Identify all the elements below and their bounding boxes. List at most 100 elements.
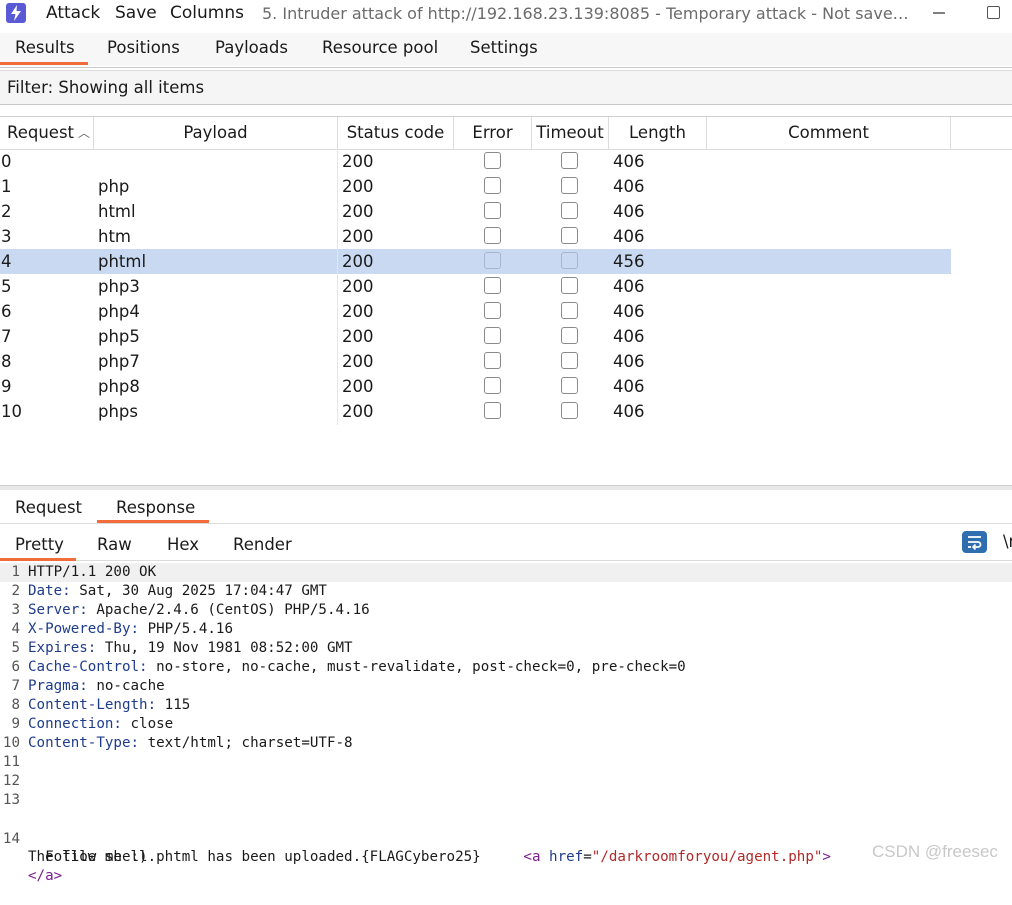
timeout-checkbox[interactable] [561, 402, 578, 419]
header-key: Content-Type: [28, 735, 140, 751]
cell-status-code: 200 [342, 402, 374, 421]
column-header-timeout[interactable]: Timeout [532, 117, 609, 149]
cell-request: 0 [1, 152, 12, 171]
watermark: CSDN @freesec [872, 842, 998, 861]
response-code-view[interactable]: 1 HTTP/1.1 200 OK 2 Date: Sat, 30 Aug 2025 … [0, 563, 1012, 884]
error-checkbox[interactable] [484, 202, 501, 219]
timeout-checkbox[interactable] [561, 152, 578, 169]
column-header-error[interactable]: Error [454, 117, 532, 149]
line-number: 7 [11, 678, 20, 694]
cell-status-code: 200 [342, 227, 374, 246]
column-header-comment[interactable]: Comment [707, 117, 951, 149]
tab-results[interactable]: Results [15, 38, 75, 57]
header-key: HTTP/1.1 200 OK [28, 564, 157, 580]
menu-save[interactable]: Save [115, 3, 157, 23]
table-row[interactable]: 5 php3 200 406 [0, 274, 951, 299]
code-line: 4 X-Powered-By: PHP/5.4.16 [0, 620, 1012, 639]
column-header-status-code[interactable]: Status code [338, 117, 454, 149]
table-row[interactable]: 1 php 200 406 [0, 174, 951, 199]
column-header-payload[interactable]: Payload [94, 117, 338, 149]
request-response-tabs: Request Response [0, 490, 1012, 524]
line-number: 13 [2, 792, 20, 808]
table-row[interactable]: 6 php4 200 406 [0, 299, 951, 324]
column-header-request[interactable]: Request ︿ [0, 117, 94, 149]
cell-payload: php4 [98, 302, 140, 321]
error-checkbox[interactable] [484, 327, 501, 344]
tab-hex[interactable]: Hex [167, 535, 199, 554]
table-row[interactable]: 3 htm 200 406 [0, 224, 951, 249]
tab-request[interactable]: Request [15, 498, 82, 517]
error-checkbox[interactable] [484, 377, 501, 394]
filter-label[interactable]: Filter: Showing all items [7, 78, 204, 97]
table-row[interactable]: 10 phps 200 406 [0, 399, 951, 424]
cell-request: 9 [1, 377, 12, 396]
line-number: 8 [11, 697, 20, 713]
header-key: Content-Length: [28, 697, 157, 713]
cell-length: 406 [613, 152, 645, 171]
line-number: 3 [11, 602, 20, 618]
menu-attack[interactable]: Attack [46, 3, 100, 23]
code-line: 12 [0, 772, 1012, 791]
tab-resource-pool[interactable]: Resource pool [322, 38, 438, 57]
error-checkbox[interactable] [484, 177, 501, 194]
tab-payloads[interactable]: Payloads [215, 38, 288, 57]
column-header-label: Request [7, 123, 75, 142]
table-row[interactable]: 7 php5 200 406 [0, 324, 951, 349]
table-row[interactable]: 8 php7 200 406 [0, 349, 951, 374]
timeout-checkbox[interactable] [561, 252, 578, 269]
menu-bar: Attack Save Columns 5. Intruder attack o… [0, 0, 1012, 28]
tab-raw[interactable]: Raw [97, 535, 132, 554]
main-tabs: Results Positions Payloads Resource pool… [0, 33, 1012, 66]
error-checkbox[interactable] [484, 227, 501, 244]
minimize-icon[interactable] [932, 3, 946, 23]
table-row[interactable]: 0 200 406 [0, 149, 951, 174]
tab-positions[interactable]: Positions [107, 38, 180, 57]
burp-logo-icon [6, 3, 26, 23]
divider [0, 67, 1012, 68]
error-checkbox[interactable] [484, 252, 501, 269]
cell-request: 10 [1, 402, 22, 421]
cell-payload: php8 [98, 377, 140, 396]
table-row[interactable]: 2 html 200 406 [0, 199, 951, 224]
cell-payload: phps [98, 402, 139, 421]
header-value: 115 [156, 697, 191, 713]
cell-payload: php3 [98, 277, 140, 296]
code-line: 11 [0, 753, 1012, 772]
header-value: no-store, no-cache, must-revalidate, pos… [147, 659, 686, 675]
timeout-checkbox[interactable] [561, 202, 578, 219]
tab-response[interactable]: Response [116, 498, 195, 517]
header-key: Expires: [28, 640, 97, 656]
tab-settings[interactable]: Settings [470, 38, 538, 57]
word-wrap-label[interactable]: \n [1003, 532, 1012, 554]
error-checkbox[interactable] [484, 302, 501, 319]
timeout-checkbox[interactable] [561, 302, 578, 319]
html-tag-bracket: > [53, 868, 63, 884]
tab-render[interactable]: Render [233, 535, 292, 554]
timeout-checkbox[interactable] [561, 377, 578, 394]
table-row[interactable]: 9 php8 200 406 [0, 374, 951, 399]
error-checkbox[interactable] [484, 277, 501, 294]
maximize-icon[interactable] [987, 6, 1000, 19]
timeout-checkbox[interactable] [561, 277, 578, 294]
column-header-length[interactable]: Length [609, 117, 707, 149]
cell-payload: php7 [98, 352, 140, 371]
timeout-checkbox[interactable] [561, 352, 578, 369]
error-checkbox[interactable] [484, 152, 501, 169]
menu-columns[interactable]: Columns [170, 3, 244, 23]
timeout-checkbox[interactable] [561, 327, 578, 344]
error-checkbox[interactable] [484, 402, 501, 419]
tab-pretty[interactable]: Pretty [15, 535, 64, 554]
header-value: Thu, 19 Nov 1981 08:52:00 GMT [96, 640, 353, 656]
timeout-checkbox[interactable] [561, 227, 578, 244]
header-key: Pragma: [28, 678, 88, 694]
table-row[interactable]: 4 phtml 200 456 [0, 249, 951, 274]
word-wrap-icon [968, 536, 982, 551]
response-header-lines: 1 HTTP/1.1 200 OK 2 Date: Sat, 30 Aug 2025 … [0, 563, 1012, 753]
line-number: 2 [11, 583, 20, 599]
cell-request: 2 [1, 202, 12, 221]
cell-length: 406 [613, 227, 645, 246]
error-checkbox[interactable] [484, 352, 501, 369]
word-wrap-toggle-button[interactable] [962, 531, 987, 553]
filter-bar[interactable]: Filter: Showing all items [0, 70, 1012, 105]
timeout-checkbox[interactable] [561, 177, 578, 194]
